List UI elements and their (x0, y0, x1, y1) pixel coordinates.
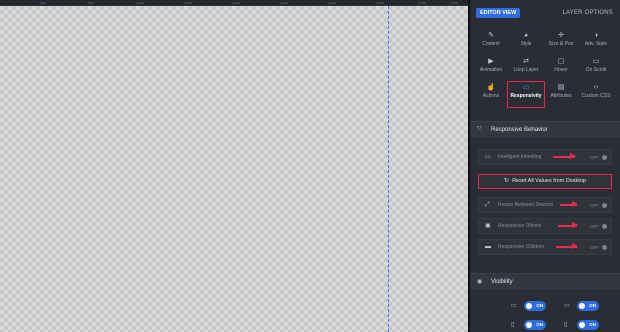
option-adv-style[interactable]: ◑ Adv. Style (578, 30, 614, 54)
responsive-behavior-header[interactable]: ⤧ Responsive Behavior (470, 121, 620, 137)
visibility-toggle[interactable]: ON (577, 301, 599, 311)
panel-header: EDITOR VIEW LAYER OPTIONS (470, 0, 620, 24)
desktop-mobile-icon: ▭ (485, 154, 491, 160)
option-custom-css[interactable]: ‹› Custom CSS (578, 82, 614, 106)
option-size-pos[interactable]: ✛ Size & Pos (543, 30, 579, 54)
visibility-header[interactable]: ◉ Visibility (470, 273, 620, 289)
option-loop-layer[interactable]: ⇄ Loop Layer (508, 56, 544, 80)
phone-icon: ▯ (564, 322, 568, 328)
play-icon: ▶ (488, 58, 494, 65)
visibility-toggle[interactable]: ON (577, 320, 599, 330)
toggle-state: OFF (590, 224, 599, 229)
resize-between-devices-row[interactable]: ⤢ Resize Between Devices OFF (478, 197, 612, 213)
toggle-state: OFF (590, 155, 599, 160)
toggle-state: OFF (590, 203, 599, 208)
refresh-icon: ↻ (504, 178, 510, 184)
visibility-desktop: ▭ ON (511, 300, 551, 312)
option-hover[interactable]: ▢ Hover (543, 56, 579, 80)
eye-icon: ◉ (477, 279, 483, 285)
reset-values-button[interactable]: ↻ Reset All Values from Desktop (478, 174, 612, 189)
option-attributes[interactable]: ▤ Attributes (543, 82, 579, 106)
annotation-arrow (560, 201, 578, 207)
section-title: Responsive Behavior (491, 127, 548, 133)
toggle-switch[interactable] (602, 155, 607, 160)
option-animation[interactable]: ▶ Animation (473, 56, 509, 80)
option-actions[interactable]: ☝ Actions (473, 82, 509, 106)
desktop-icon: ▭ (511, 303, 517, 309)
crosshair-icon: ✛ (558, 32, 564, 39)
option-responsivity[interactable]: ▭ Responsivity (507, 81, 545, 108)
visibility-toggle[interactable]: ON (524, 301, 546, 311)
toggle-switch[interactable] (602, 245, 607, 250)
document-icon: ▤ (557, 84, 565, 91)
option-on-scroll[interactable]: ▭ On Scroll (578, 56, 614, 80)
layout-guide-line[interactable] (388, 6, 389, 332)
loop-icon: ⇄ (523, 58, 529, 65)
intelligent-inheriting-row[interactable]: ▭ Intelligent Inheriting OFF (478, 149, 612, 165)
visibility-tablet: ▯ ON (511, 319, 551, 331)
option-style[interactable]: ◕ Style (508, 30, 544, 54)
toggle-state: OFF (590, 245, 599, 250)
laptop-icon: ▭ (564, 303, 570, 309)
responsive-children-row[interactable]: ▬ Responsive Children OFF (478, 239, 612, 255)
toggle-switch[interactable] (602, 203, 607, 208)
annotation-arrow (558, 222, 578, 228)
visibility-phone: ▯ ON (564, 319, 604, 331)
layer-options-tab[interactable]: LAYER OPTIONS (562, 8, 613, 18)
contrast-icon: ◑ (593, 32, 599, 39)
devices-icon: ▭ (522, 84, 530, 91)
visibility-laptop: ▭ ON (564, 300, 604, 312)
editor-view-button[interactable]: EDITOR VIEW (476, 8, 521, 18)
mouse-icon: ▢ (557, 58, 565, 65)
tablet-icon: ▯ (511, 322, 515, 328)
pencil-icon: ✎ (488, 32, 494, 39)
annotation-arrow (556, 243, 578, 249)
annotation-arrow (553, 153, 576, 159)
palette-icon: ◕ (523, 32, 529, 39)
editor-canvas[interactable] (0, 6, 468, 332)
option-content[interactable]: ✎ Content (473, 30, 509, 54)
visibility-toggle[interactable]: ON (524, 320, 546, 330)
section-title: Visibility (491, 279, 513, 285)
code-icon: ‹› (593, 84, 599, 91)
responsive-offsets-row[interactable]: ▣ Responsive Offsets OFF (478, 218, 612, 234)
layer-options-panel: EDITOR VIEW LAYER OPTIONS ✎ Content ◕ St… (470, 0, 620, 332)
hand-pointer-icon: ☝ (486, 84, 496, 91)
toggle-switch[interactable] (602, 224, 607, 229)
scroll-screen-icon: ▭ (592, 58, 600, 65)
resize-icon: ⤢ (485, 202, 490, 208)
offset-icon: ▣ (485, 223, 491, 229)
expand-icon: ⤧ (477, 127, 482, 133)
folder-icon: ▬ (485, 244, 491, 250)
